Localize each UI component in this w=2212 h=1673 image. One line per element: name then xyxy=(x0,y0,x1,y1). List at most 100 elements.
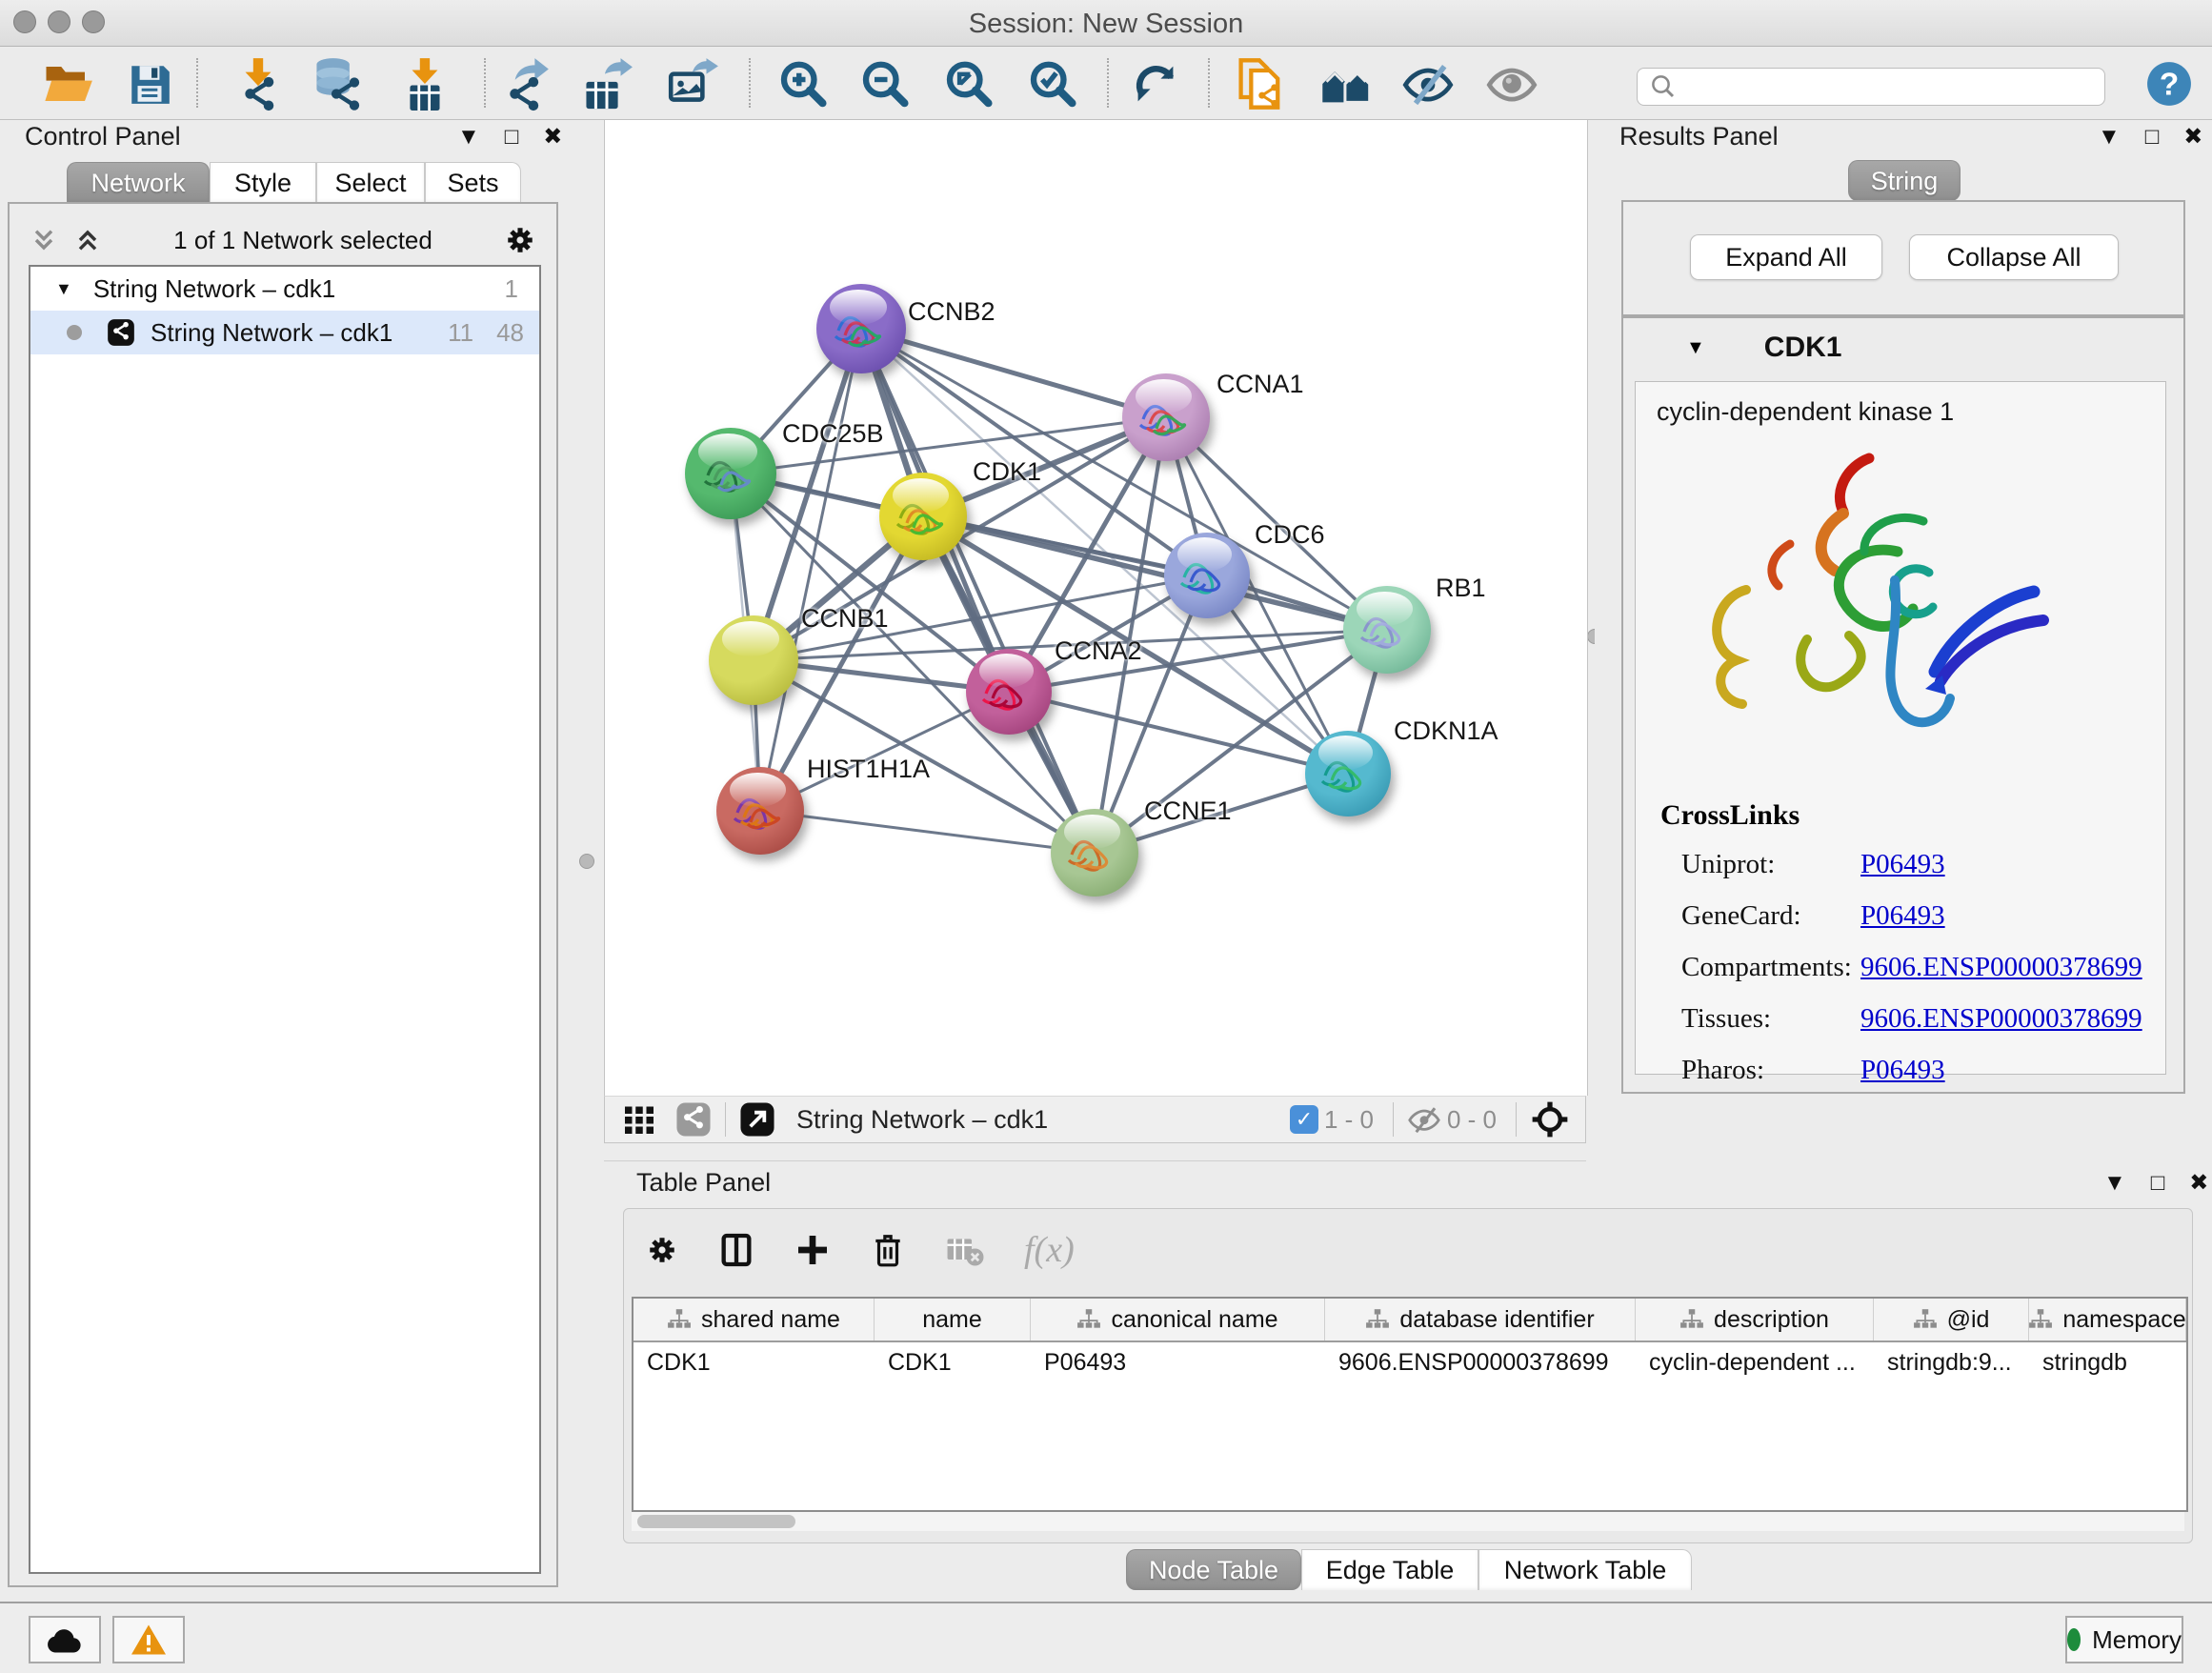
hidden-count: 0 - 0 xyxy=(1447,1105,1497,1135)
tree-row[interactable]: ▼ String Network – cdk1 1 xyxy=(30,267,539,311)
crosslink-link[interactable]: P06493 xyxy=(1860,849,1945,880)
hidden-eye-icon[interactable] xyxy=(1407,1104,1441,1135)
network-node-CDK1[interactable] xyxy=(879,473,967,560)
open-file-icon[interactable] xyxy=(40,56,95,111)
table-settings-icon[interactable] xyxy=(645,1233,679,1267)
tab-network-table[interactable]: Network Table xyxy=(1478,1549,1692,1590)
zoom-fit-icon[interactable] xyxy=(939,56,995,111)
add-column-icon[interactable] xyxy=(794,1230,832,1270)
collapse-gene-icon[interactable]: ▼ xyxy=(1686,337,1705,359)
cloud-button[interactable] xyxy=(29,1616,101,1663)
export-table-icon[interactable] xyxy=(579,56,634,111)
show-all-icon[interactable] xyxy=(1484,56,1539,111)
table-cell[interactable]: 9606.ENSP00000378699 xyxy=(1325,1349,1636,1377)
network-node-CDC25B[interactable] xyxy=(685,428,776,519)
gene-details: cyclin-dependent kinase 1 CrossLinks Uni… xyxy=(1635,381,2166,1075)
column-header-name[interactable]: name xyxy=(875,1299,1031,1340)
table-cell[interactable]: cyclin-dependent ... xyxy=(1636,1349,1874,1377)
tab-node-table[interactable]: Node Table xyxy=(1126,1549,1301,1590)
tab-sets[interactable]: Sets xyxy=(425,162,521,203)
table-cell[interactable]: P06493 xyxy=(1031,1349,1325,1377)
panel-float-icon[interactable]: □ xyxy=(2151,1172,2165,1195)
network-node-CCNE1[interactable] xyxy=(1051,809,1138,897)
save-icon[interactable] xyxy=(122,56,177,111)
panel-close-icon[interactable]: ✖ xyxy=(2189,1172,2208,1195)
table-cell[interactable]: stringdb xyxy=(2029,1349,2186,1377)
table-cell[interactable]: CDK1 xyxy=(875,1349,1031,1377)
tab-style[interactable]: Style xyxy=(210,162,316,203)
network-node-CDKN1A[interactable] xyxy=(1305,731,1391,816)
network-node-CCNA1[interactable] xyxy=(1122,373,1210,461)
network-node-CCNB1[interactable] xyxy=(709,615,798,705)
table-hscrollbar-thumb[interactable] xyxy=(637,1515,795,1528)
column-header-description[interactable]: description xyxy=(1636,1299,1874,1340)
panel-menu-icon[interactable]: ▼ xyxy=(2103,1172,2126,1195)
import-database-icon[interactable] xyxy=(311,56,366,111)
memory-button[interactable]: Memory xyxy=(2065,1616,2183,1663)
tab-string[interactable]: String xyxy=(1848,160,1961,201)
zoom-in-icon[interactable] xyxy=(774,56,829,111)
panel-close-icon[interactable]: ✖ xyxy=(543,126,562,149)
network-overview-icon[interactable] xyxy=(675,1101,712,1138)
column-header-shared-name[interactable]: shared name xyxy=(633,1299,875,1340)
network-node-HIST1H1A[interactable] xyxy=(716,767,804,855)
delete-column-icon[interactable] xyxy=(870,1229,906,1271)
export-image-icon[interactable] xyxy=(665,56,720,111)
expand-top-icon[interactable] xyxy=(72,225,103,255)
network-node-CCNB2[interactable] xyxy=(816,284,906,373)
search-icon xyxy=(1649,72,1678,101)
table-cell[interactable]: CDK1 xyxy=(633,1349,875,1377)
crosslink-link[interactable]: P06493 xyxy=(1860,900,1945,932)
zoom-out-icon[interactable] xyxy=(855,56,911,111)
refresh-icon[interactable] xyxy=(1128,56,1183,111)
column-header--id[interactable]: @id xyxy=(1874,1299,2029,1340)
network-node-CDC6[interactable] xyxy=(1164,533,1250,618)
zoom-selected-icon[interactable] xyxy=(1023,56,1078,111)
crosslink-link[interactable]: P06493 xyxy=(1860,1055,1945,1086)
birdseye-toggle-icon[interactable] xyxy=(1530,1099,1570,1139)
hide-selected-icon[interactable] xyxy=(1400,56,1456,111)
column-header-namespace[interactable]: namespace xyxy=(2029,1299,2186,1340)
panel-menu-icon[interactable]: ▼ xyxy=(2098,126,2121,149)
tab-network[interactable]: Network xyxy=(67,162,210,203)
detach-view-icon[interactable] xyxy=(739,1101,775,1138)
help-icon[interactable]: ? xyxy=(2142,56,2197,111)
export-network-icon[interactable] xyxy=(497,56,553,111)
import-table-icon[interactable] xyxy=(398,56,453,111)
crosslink-label: Tissues: xyxy=(1660,1003,1860,1035)
network-canvas[interactable]: CCNB2CCNA1CDC25BCDK1CDC6RB1CCNB1CCNA2CDK… xyxy=(604,120,1588,1096)
panel-menu-icon[interactable]: ▼ xyxy=(457,126,480,149)
tab-select[interactable]: Select xyxy=(316,162,425,203)
first-neighbors-icon[interactable] xyxy=(1318,56,1374,111)
collapse-all-icon[interactable] xyxy=(29,225,59,255)
warnings-button[interactable] xyxy=(112,1616,185,1663)
node-label-CDC25B: CDC25B xyxy=(782,419,884,449)
network-node-CCNA2[interactable] xyxy=(966,649,1052,735)
table-cell[interactable]: stringdb:9... xyxy=(1874,1349,2029,1377)
panel-close-icon[interactable]: ✖ xyxy=(2183,126,2202,149)
column-header-database-identifier[interactable]: database identifier xyxy=(1325,1299,1636,1340)
panel-float-icon[interactable]: □ xyxy=(505,126,519,149)
tree-expand-icon[interactable]: ▼ xyxy=(55,279,72,299)
tab-edge-table[interactable]: Edge Table xyxy=(1301,1549,1478,1590)
duplicate-network-icon[interactable] xyxy=(1233,56,1288,111)
network-node-RB1[interactable] xyxy=(1343,586,1431,674)
tree-row[interactable]: String Network – cdk1 11 48 xyxy=(30,311,539,354)
expand-all-button[interactable]: Expand All xyxy=(1690,234,1882,280)
collapse-all-button[interactable]: Collapse All xyxy=(1909,234,2119,280)
panel-float-icon[interactable]: □ xyxy=(2145,126,2160,149)
search-input[interactable] xyxy=(1678,71,2081,103)
crosslink-label: Compartments: xyxy=(1660,952,1860,983)
selected-checkbox[interactable]: ✓ xyxy=(1290,1105,1318,1134)
crosslink-row: Uniprot: P06493 xyxy=(1660,849,2146,880)
left-splitter-handle[interactable] xyxy=(579,854,594,869)
crosslink-link[interactable]: 9606.ENSP00000378699 xyxy=(1860,1003,2142,1035)
import-network-icon[interactable] xyxy=(231,56,286,111)
table-row[interactable]: CDK1CDK1P064939606.ENSP00000378699cyclin… xyxy=(633,1342,2186,1382)
grid-mode-icon[interactable] xyxy=(622,1102,656,1137)
gene-description: cyclin-dependent kinase 1 xyxy=(1657,397,1954,427)
show-columns-icon[interactable] xyxy=(717,1230,755,1270)
crosslink-link[interactable]: 9606.ENSP00000378699 xyxy=(1860,952,2142,983)
gear-icon[interactable] xyxy=(503,223,537,257)
column-header-canonical-name[interactable]: canonical name xyxy=(1031,1299,1325,1340)
